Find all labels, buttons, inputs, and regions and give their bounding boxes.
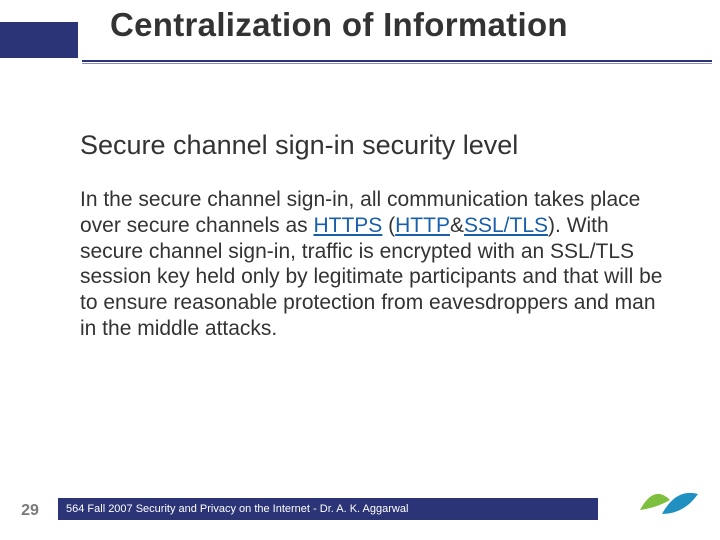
footer: 29 564 Fall 2007 Security and Privacy on…: [0, 496, 720, 520]
section-heading: Secure channel sign-in security level: [80, 130, 670, 161]
title-area: Centralization of Information: [0, 0, 720, 72]
logo-icon: [636, 480, 702, 524]
footer-bar: 564 Fall 2007 Security and Privacy on th…: [58, 498, 598, 520]
page-number: 29: [10, 502, 50, 520]
footer-text: 564 Fall 2007 Security and Privacy on th…: [58, 503, 408, 515]
body-text-1: (: [382, 214, 395, 237]
link-ssl-tls[interactable]: SSL/TLS: [464, 214, 548, 237]
link-https[interactable]: HTTPS: [313, 214, 382, 237]
title-accent-band: [0, 22, 78, 58]
body-paragraph: In the secure channel sign-in, all commu…: [80, 187, 670, 342]
slide: Centralization of Information Secure cha…: [0, 0, 720, 540]
slide-title: Centralization of Information: [110, 6, 568, 44]
title-underline: [82, 60, 712, 64]
link-http[interactable]: HTTP: [395, 214, 450, 237]
content-area: Secure channel sign-in security level In…: [80, 130, 670, 342]
body-text-2: &: [450, 214, 464, 237]
